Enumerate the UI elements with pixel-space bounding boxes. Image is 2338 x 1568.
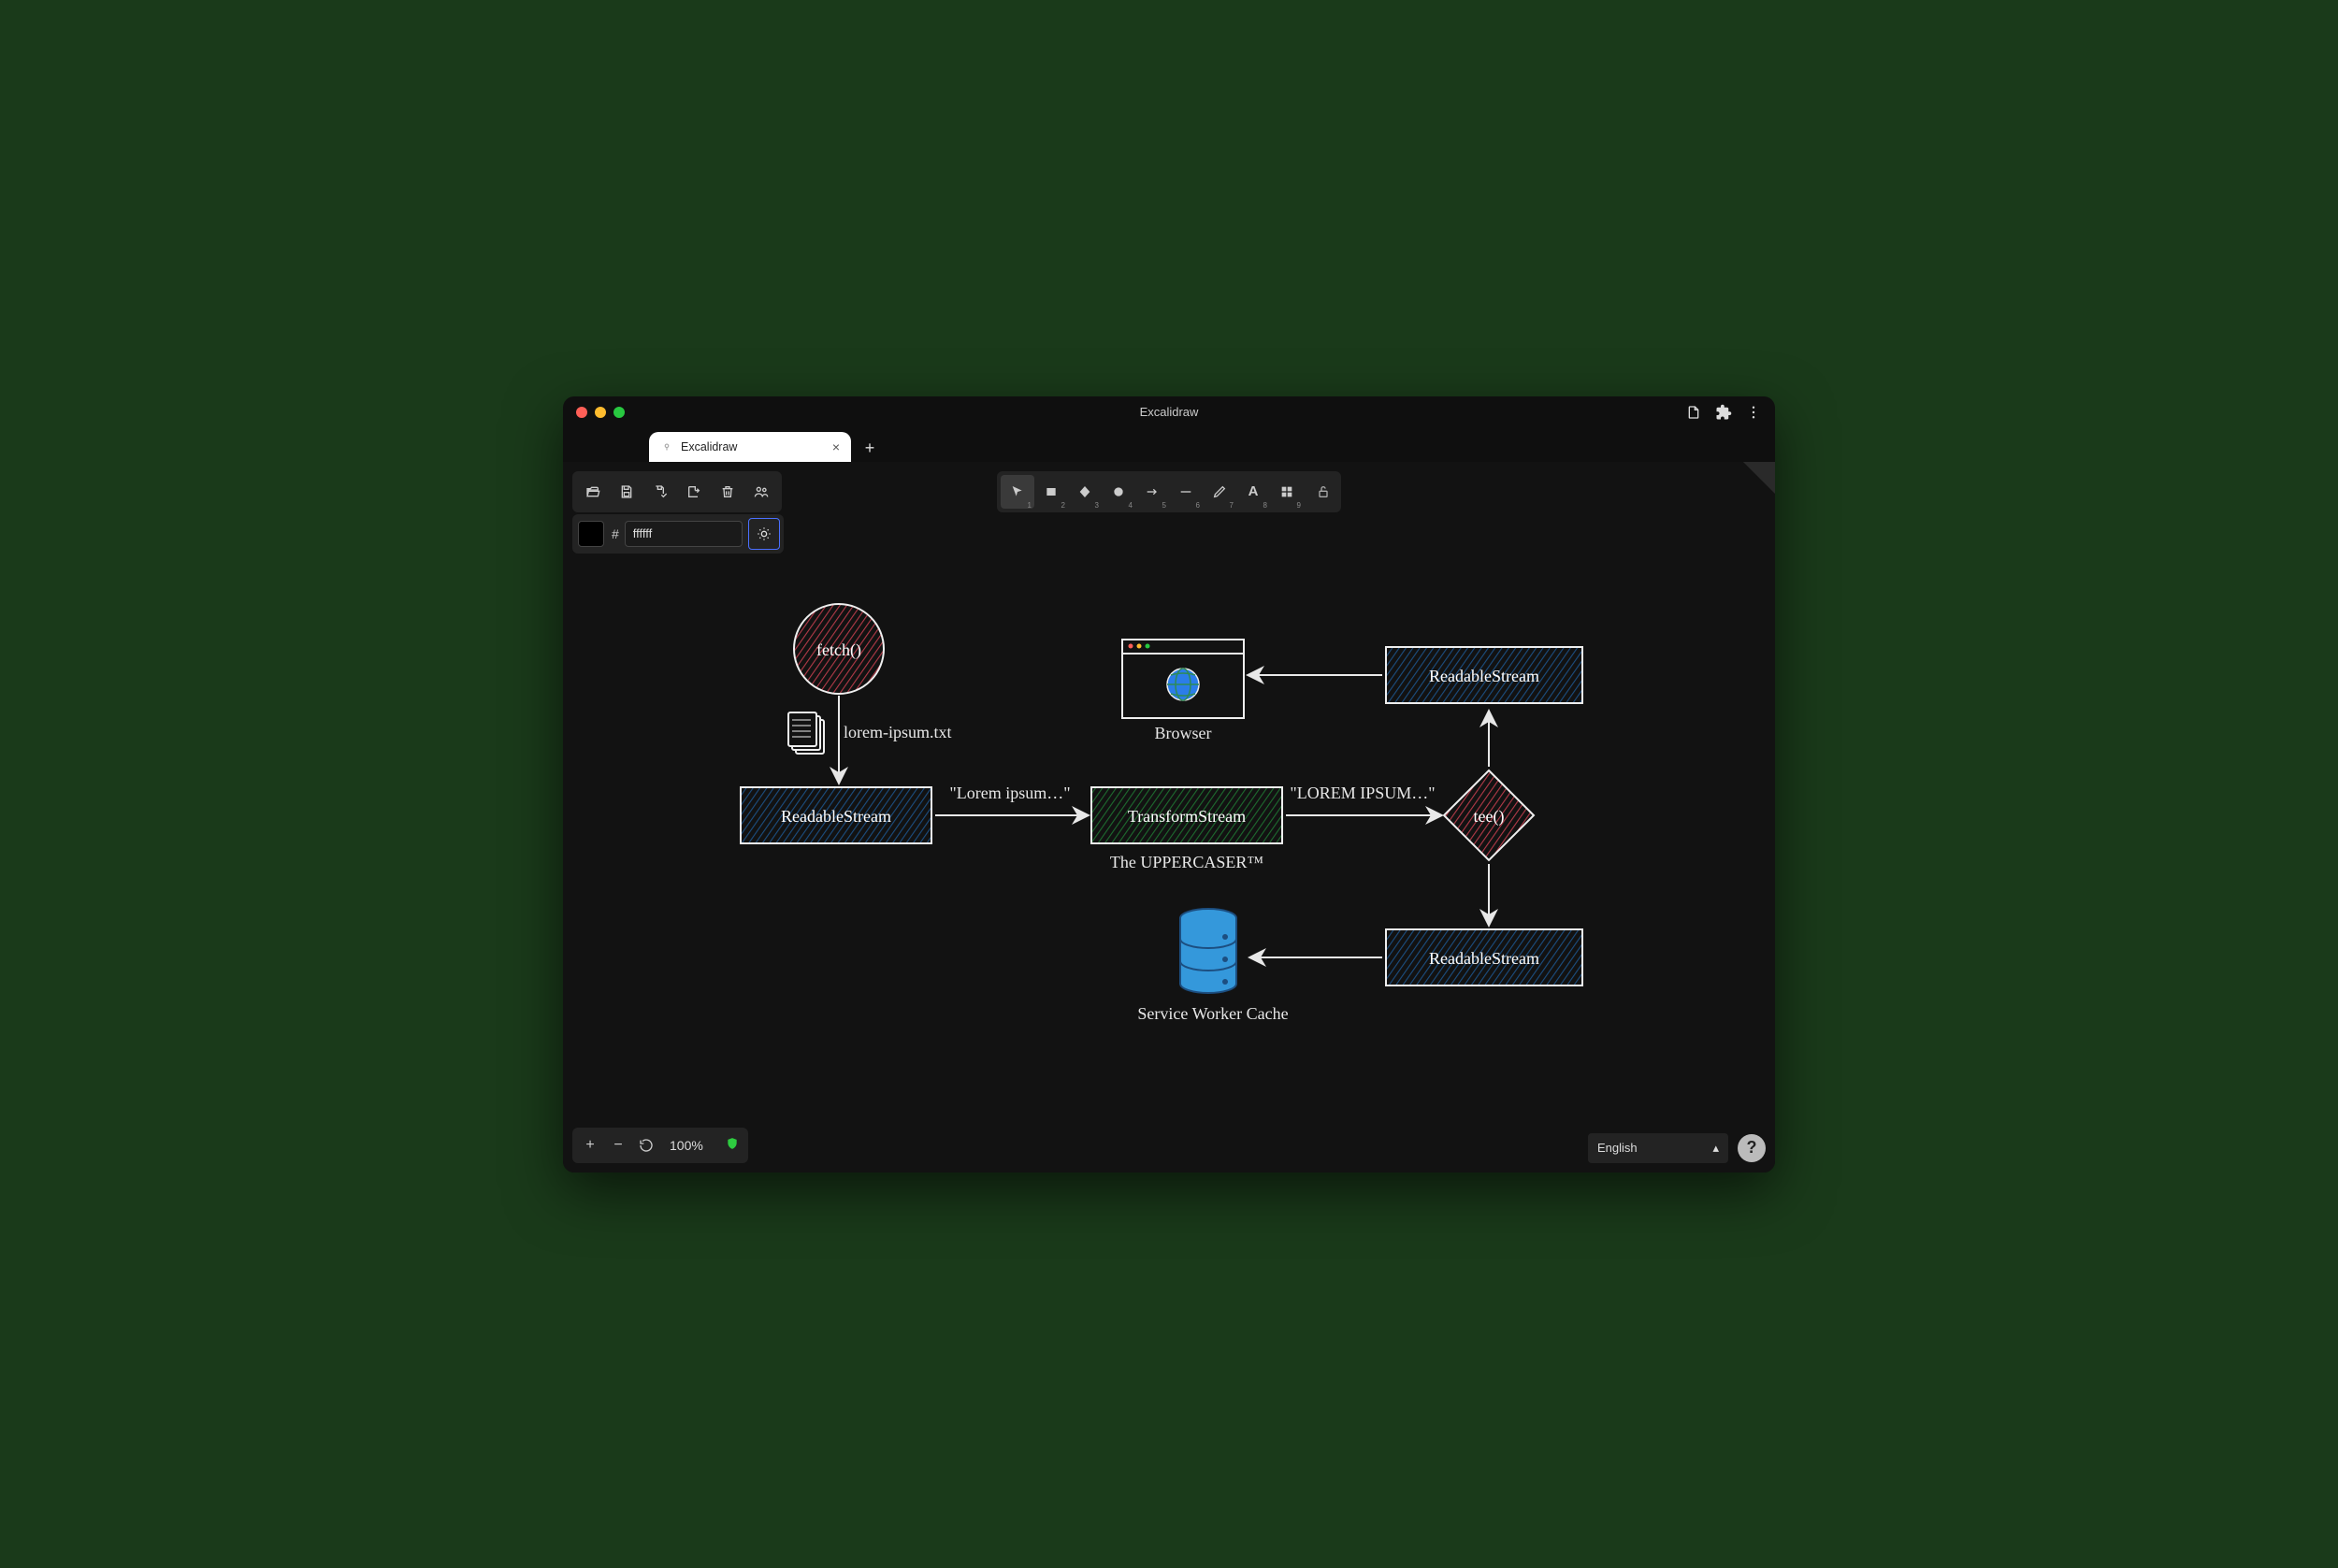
node-readablestream-1: ReadableStream bbox=[741, 787, 931, 843]
node-fetch: fetch() bbox=[794, 604, 884, 694]
node-browser bbox=[1122, 640, 1244, 718]
canvas[interactable]: fetch() lorem-ipsum.txt bbox=[563, 462, 1775, 1172]
window-maximize-button[interactable] bbox=[613, 407, 625, 418]
help-button[interactable]: ? bbox=[1738, 1134, 1766, 1162]
label-lorem-lower: "Lorem ipsum…" bbox=[949, 784, 1070, 802]
browser-tab[interactable]: Excalidraw × bbox=[649, 432, 851, 462]
svg-text:ReadableStream: ReadableStream bbox=[1429, 949, 1539, 968]
cache-label: Service Worker Cache bbox=[1137, 1004, 1288, 1023]
language-select[interactable]: English ▴ bbox=[1588, 1133, 1728, 1163]
file-label: lorem-ipsum.txt bbox=[844, 723, 952, 741]
svg-text:fetch(): fetch() bbox=[816, 640, 861, 660]
new-document-icon[interactable] bbox=[1685, 404, 1702, 421]
titlebar-actions bbox=[1685, 404, 1762, 421]
node-transformstream: TransformStream bbox=[1091, 787, 1282, 843]
zoom-in-button[interactable]: + bbox=[576, 1131, 604, 1159]
window-close-button[interactable] bbox=[576, 407, 587, 418]
label-lorem-upper: "LOREM IPSUM…" bbox=[1290, 784, 1435, 802]
node-readablestream-2: ReadableStream bbox=[1386, 647, 1582, 703]
zoom-level: 100% bbox=[660, 1138, 713, 1153]
titlebar: Excalidraw bbox=[563, 396, 1775, 428]
traffic-lights bbox=[576, 407, 625, 418]
excalidraw-app: # 1 2 3 4 bbox=[563, 462, 1775, 1172]
more-menu-icon[interactable] bbox=[1745, 404, 1762, 421]
browser-label: Browser bbox=[1155, 724, 1212, 742]
node-readablestream-3: ReadableStream bbox=[1386, 929, 1582, 985]
zoom-out-button[interactable]: − bbox=[604, 1131, 632, 1159]
tab-close-icon[interactable]: × bbox=[829, 439, 844, 454]
zoom-reset-button[interactable] bbox=[632, 1131, 660, 1159]
encryption-shield-icon[interactable] bbox=[720, 1137, 744, 1153]
transform-caption: The UPPERCASER™ bbox=[1110, 853, 1263, 871]
new-tab-button[interactable]: + bbox=[857, 436, 883, 462]
extensions-icon[interactable] bbox=[1715, 404, 1732, 421]
svg-text:tee(): tee() bbox=[1474, 807, 1505, 827]
window-title: Excalidraw bbox=[1140, 405, 1199, 419]
footer-right: English ▴ ? bbox=[1588, 1133, 1766, 1163]
language-value: English bbox=[1597, 1141, 1638, 1155]
svg-text:ReadableStream: ReadableStream bbox=[1429, 667, 1539, 685]
chevron-up-icon: ▴ bbox=[1712, 1141, 1719, 1156]
diagram: fetch() lorem-ipsum.txt bbox=[563, 462, 1775, 1172]
browser-window: Excalidraw Excalidraw × + bbox=[563, 396, 1775, 1172]
svg-text:TransformStream: TransformStream bbox=[1128, 807, 1246, 826]
tab-strip: Excalidraw × + bbox=[563, 428, 1775, 462]
svg-text:ReadableStream: ReadableStream bbox=[781, 807, 891, 826]
tab-title: Excalidraw bbox=[681, 440, 737, 453]
zoom-toolbar: + − 100% bbox=[572, 1128, 748, 1163]
window-minimize-button[interactable] bbox=[595, 407, 606, 418]
node-cache bbox=[1180, 909, 1236, 993]
node-tee: tee() bbox=[1444, 770, 1534, 860]
file-icon: lorem-ipsum.txt bbox=[788, 712, 952, 754]
tab-favicon bbox=[660, 440, 673, 453]
